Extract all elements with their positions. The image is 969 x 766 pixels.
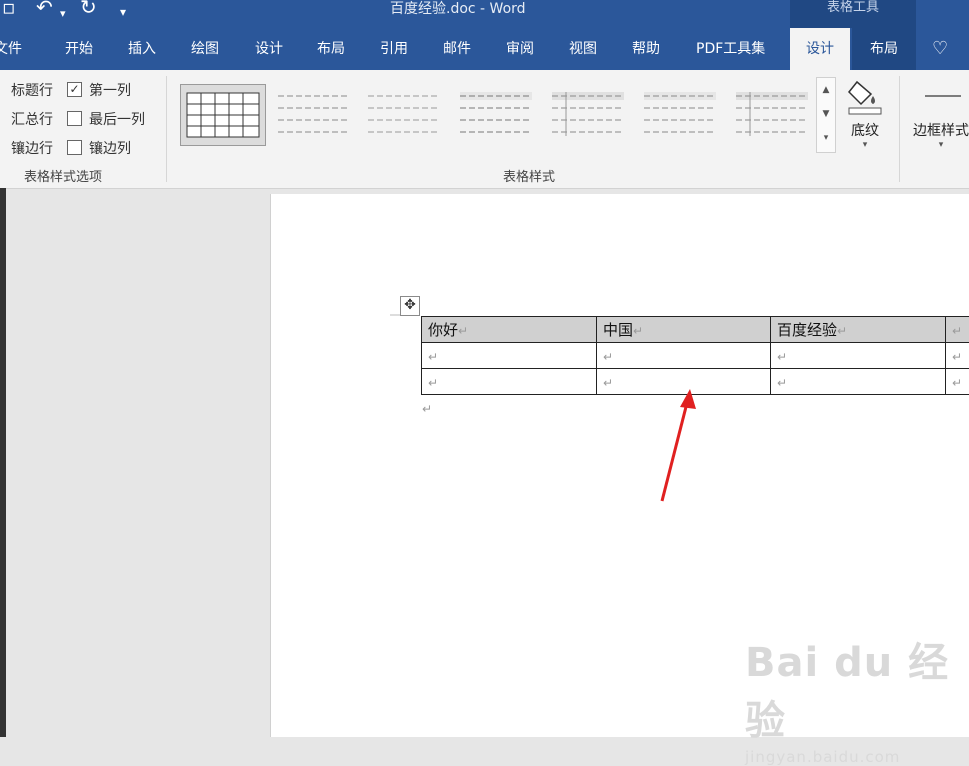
customize-toolbar-icon[interactable]: ▾ — [120, 2, 126, 22]
border-styles-label: 边框样式 — [910, 120, 969, 140]
window-edge — [0, 188, 6, 737]
table-cell[interactable]: ↵ — [422, 343, 597, 369]
tab-insert[interactable]: 插入 — [128, 28, 156, 70]
cell-end-mark-icon: ↵ — [952, 376, 962, 390]
ribbon-tab-bar: 文件 开始 插入 绘图 设计 布局 引用 邮件 审阅 视图 帮助 PDF工具集 … — [0, 28, 969, 70]
gallery-more-icon[interactable]: ▾ — [817, 126, 835, 150]
gallery-scroll-up-icon[interactable]: ▲ — [817, 78, 835, 102]
table-cell[interactable]: 中国↵ — [597, 317, 771, 343]
table-style-plain-2[interactable] — [362, 84, 446, 144]
table-style-plain-5[interactable] — [638, 84, 722, 144]
ribbon: 标题行 ✓ 第一列 汇总行 最后一列 镶边行 镶边列 表格样式选项 — [0, 70, 969, 189]
table-styles-group-label: 表格样式 — [503, 166, 555, 185]
undo-dropdown-icon[interactable]: ▾ — [60, 4, 66, 24]
watermark-brand: Bai du 经验 — [745, 630, 969, 746]
cell-end-mark-icon: ↵ — [837, 324, 847, 338]
table-cell[interactable]: ↵ — [946, 317, 969, 343]
group-divider — [166, 76, 167, 182]
table-cell[interactable]: ↵ — [422, 369, 597, 395]
lightbulb-icon[interactable]: ♡ — [932, 28, 948, 70]
table-cell[interactable]: ↵ — [946, 369, 969, 395]
tab-review[interactable]: 审阅 — [506, 28, 534, 70]
last-column-label[interactable]: 最后一列 — [89, 109, 145, 129]
cell-end-mark-icon: ↵ — [458, 324, 468, 338]
save-icon[interactable]: ▫ — [2, 0, 16, 17]
table-move-handle-icon[interactable]: ✥ — [400, 296, 420, 316]
title-bar: ▫ ↶ ▾ ↻ ▾ 百度经验.doc - Word 表格工具 — [0, 0, 969, 28]
cell-end-mark-icon: ↵ — [633, 324, 643, 338]
cell-end-mark-icon: ↵ — [428, 350, 438, 364]
tab-pdf-tools[interactable]: PDF工具集 — [696, 28, 765, 70]
table-style-plain-4[interactable] — [546, 84, 630, 144]
cell-text: 百度经验 — [777, 321, 837, 339]
cell-end-mark-icon: ↵ — [428, 376, 438, 390]
cell-end-mark-icon: ↵ — [777, 350, 787, 364]
tab-mailings[interactable]: 邮件 — [443, 28, 471, 70]
tab-draw[interactable]: 绘图 — [191, 28, 219, 70]
shading-label: 底纹 — [840, 120, 890, 140]
table-cell[interactable]: ↵ — [597, 343, 771, 369]
shading-dropdown-icon[interactable]: ▾ — [840, 140, 890, 150]
document-table[interactable]: 你好↵ 中国↵ 百度经验↵ ↵ ↵ ↵ ↵ ↵ ↵ ↵ ↵ ↵ — [421, 316, 969, 395]
header-row-option[interactable]: 标题行 — [11, 80, 53, 100]
redo-icon[interactable]: ↻ — [80, 0, 97, 17]
cell-end-mark-icon: ↵ — [603, 350, 613, 364]
table-style-grid[interactable] — [180, 84, 266, 146]
tab-table-layout[interactable]: 布局 — [852, 28, 916, 70]
tab-home[interactable]: 开始 — [65, 28, 93, 70]
style-options-group-label: 表格样式选项 — [24, 166, 102, 185]
tab-design[interactable]: 设计 — [255, 28, 283, 70]
tab-file[interactable]: 文件 — [0, 28, 22, 70]
banded-rows-option[interactable]: 镶边行 — [11, 138, 53, 158]
cell-end-mark-icon: ↵ — [603, 376, 613, 390]
total-row-option[interactable]: 汇总行 — [11, 109, 53, 129]
border-line-icon — [921, 76, 961, 116]
table-cell[interactable]: 你好↵ — [422, 317, 597, 343]
cell-end-mark-icon: ↵ — [952, 324, 962, 338]
tab-view[interactable]: 视图 — [569, 28, 597, 70]
first-column-label[interactable]: 第一列 — [89, 80, 131, 100]
table-cell[interactable]: 百度经验↵ — [771, 317, 946, 343]
gallery-scroll-down-icon[interactable]: ▼ — [817, 102, 835, 126]
cell-text: 中国 — [603, 321, 633, 339]
table-cell[interactable]: ↵ — [946, 343, 969, 369]
table-cell[interactable]: ↵ — [771, 343, 946, 369]
banded-columns-label[interactable]: 镶边列 — [89, 138, 131, 158]
border-styles-button[interactable]: 边框样式 ▾ — [910, 76, 969, 150]
table-tools-context-label: 表格工具 — [790, 0, 916, 28]
cell-end-mark-icon: ↵ — [777, 376, 787, 390]
baidu-watermark: Bai du 经验 jingyan.baidu.com — [745, 630, 969, 766]
table-style-plain-3[interactable] — [454, 84, 538, 144]
last-column-checkbox[interactable] — [67, 111, 82, 126]
paint-bucket-icon — [845, 76, 885, 116]
tab-references[interactable]: 引用 — [380, 28, 408, 70]
table-style-plain-6[interactable] — [730, 84, 814, 144]
table-cell[interactable]: ↵ — [771, 369, 946, 395]
group-divider — [899, 76, 900, 182]
first-column-checkbox[interactable]: ✓ — [67, 82, 82, 97]
tab-help[interactable]: 帮助 — [632, 28, 660, 70]
annotation-arrow — [650, 385, 710, 510]
shading-button[interactable]: 底纹 ▾ — [840, 76, 890, 150]
cell-text: 你好 — [428, 321, 458, 339]
banded-columns-checkbox[interactable] — [67, 140, 82, 155]
table-style-plain-1[interactable] — [272, 84, 356, 144]
watermark-url: jingyan.baidu.com — [745, 748, 969, 766]
table-row: ↵ ↵ ↵ ↵ — [422, 343, 969, 369]
cell-end-mark-icon: ↵ — [952, 350, 962, 364]
table-row: 你好↵ 中国↵ 百度经验↵ ↵ — [422, 317, 969, 343]
tab-table-design[interactable]: 设计 — [790, 28, 850, 70]
tab-layout[interactable]: 布局 — [317, 28, 345, 70]
gallery-scroll: ▲ ▼ ▾ — [816, 77, 836, 153]
paragraph-mark-icon: ↵ — [422, 402, 432, 416]
border-styles-dropdown-icon[interactable]: ▾ — [910, 140, 969, 150]
undo-icon[interactable]: ↶ — [36, 0, 53, 17]
document-title: 百度经验.doc - Word — [390, 0, 526, 18]
table-styles-gallery — [176, 76, 816, 150]
